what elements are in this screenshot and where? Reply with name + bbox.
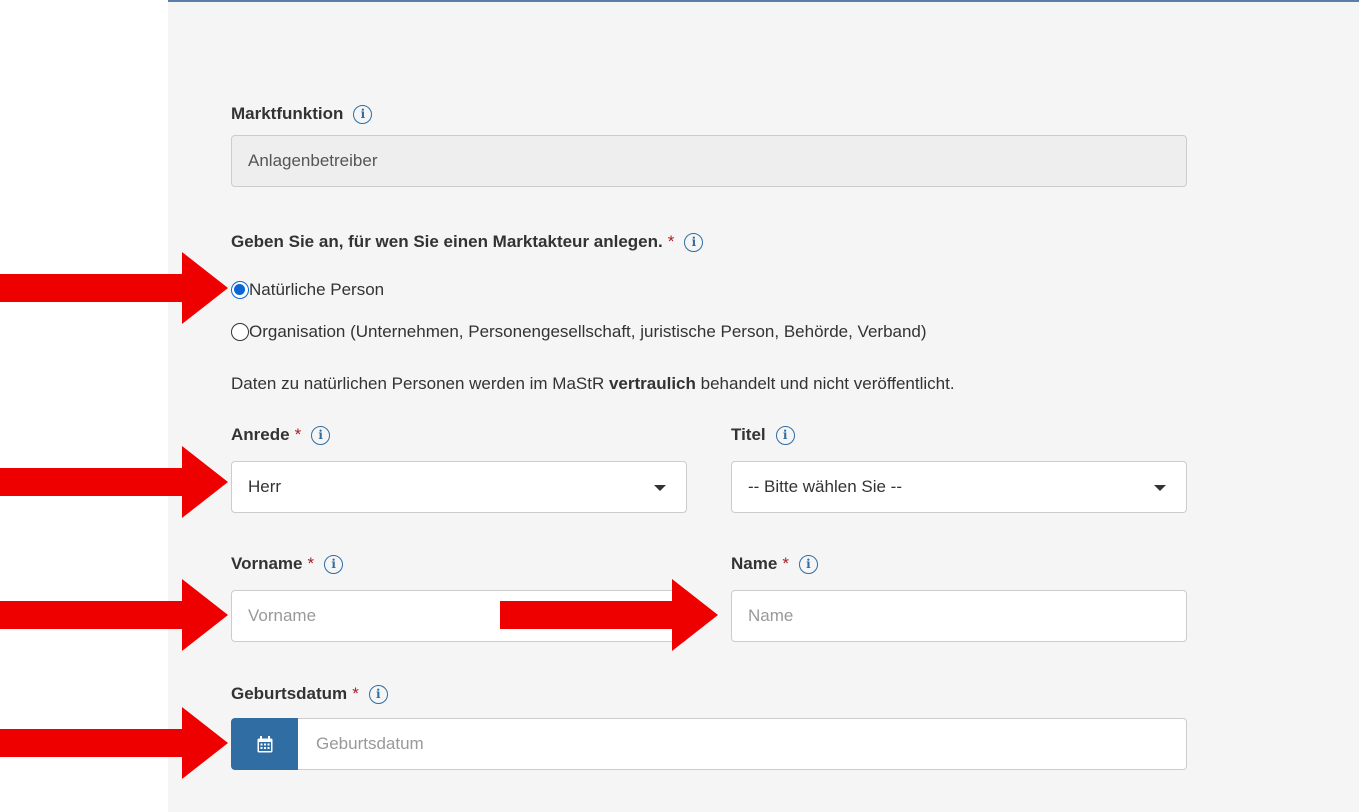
privacy-note: Daten zu natürlichen Personen werden im … [231,374,955,394]
vorname-placeholder: Vorname [248,606,317,625]
anrede-label: Anrede [231,425,290,444]
titel-value: -- Bitte wählen Sie -- [748,477,902,496]
geburtsdatum-input[interactable]: Geburtsdatum [298,718,1187,770]
info-icon[interactable]: i [775,425,795,445]
privacy-note-text-end: behandelt und nicht veröffentlicht. [695,374,955,393]
red-arrow-annotation [0,252,228,324]
name-label-row: Name * i [731,554,818,574]
caret-down-icon [654,485,666,491]
info-icon[interactable]: i [368,684,388,704]
red-arrow-annotation [0,579,228,651]
geburtsdatum-label-row: Geburtsdatum * i [231,684,388,704]
name-label: Name [731,554,778,573]
name-input[interactable]: Name [731,590,1187,642]
calendar-icon [257,735,272,752]
required-asterisk: * [782,554,789,573]
info-icon[interactable]: i [353,104,373,124]
radio-label-natuerliche-person[interactable]: Natürliche Person [249,280,384,300]
anrede-value: Herr [248,477,282,496]
required-asterisk: * [294,425,302,444]
marktfunktion-label-row: Marktfunktion i [231,104,373,124]
info-icon[interactable]: i [311,425,331,445]
titel-label: Titel [731,425,766,444]
page: Marktfunktion i Anlagenbetreiber Geben S… [0,0,1359,812]
red-arrow-annotation [500,579,718,651]
marktfunktion-value: Anlagenbetreiber [248,151,378,170]
vorname-label: Vorname [231,554,303,573]
marktfunktion-field: Anlagenbetreiber [231,135,1187,187]
titel-label-row: Titel i [731,425,795,445]
geburtsdatum-placeholder: Geburtsdatum [316,734,424,753]
name-placeholder: Name [748,606,794,625]
radio-label-organisation[interactable]: Organisation (Unternehmen, Personengesel… [249,322,927,342]
vorname-label-row: Vorname * i [231,554,344,574]
titel-select[interactable]: -- Bitte wählen Sie -- [731,461,1187,513]
anrede-label-row: Anrede * i [231,425,331,445]
red-arrow-annotation [0,446,228,518]
required-asterisk: * [667,232,675,251]
caret-down-icon [1154,485,1166,491]
radio-button[interactable] [231,323,249,341]
info-icon[interactable]: i [684,232,704,252]
radio-button-selected[interactable] [231,281,249,299]
required-asterisk: * [307,554,315,573]
marktfunktion-label: Marktfunktion [231,104,344,123]
privacy-note-bold: vertraulich [608,374,696,393]
required-asterisk: * [352,684,359,703]
geburtsdatum-label: Geburtsdatum [231,684,348,703]
geburtsdatum-field: Geburtsdatum [231,718,1187,770]
red-arrow-annotation [0,707,228,779]
privacy-note-text: Daten zu natürlichen Personen werden im … [231,374,609,393]
info-icon[interactable]: i [324,554,344,574]
calendar-button[interactable] [231,718,298,770]
akteur-typ-label-row: Geben Sie an, für wen Sie einen Marktakt… [231,232,704,252]
radio-organisation[interactable]: Organisation (Unternehmen, Personengesel… [231,322,927,342]
akteur-typ-question: Geben Sie an, für wen Sie einen Marktakt… [231,232,663,251]
anrede-select[interactable]: Herr [231,461,687,513]
radio-natuerliche-person[interactable]: Natürliche Person [231,280,384,300]
info-icon[interactable]: i [798,554,818,574]
